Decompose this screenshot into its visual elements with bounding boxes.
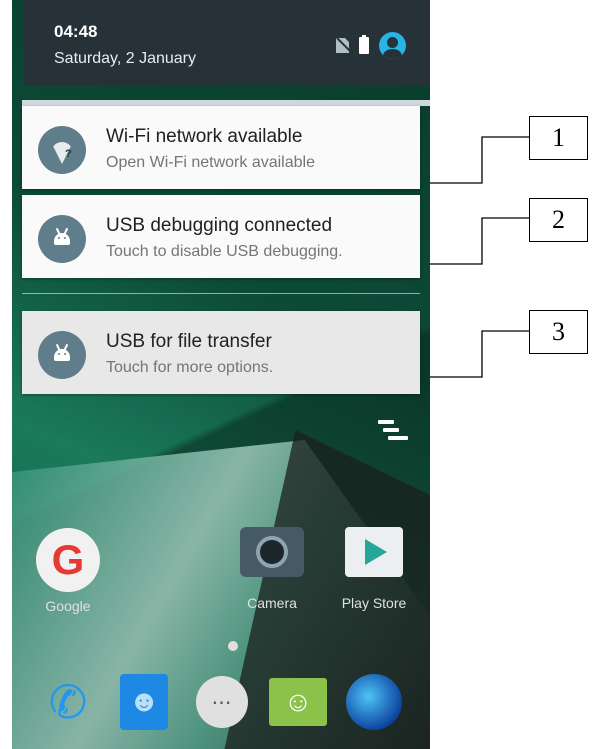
phone-app-icon[interactable]: ✆ [38,672,98,732]
wifi-question-icon: ? [51,142,73,164]
app-label: Play Store [341,595,407,611]
clock-date: Saturday, 2 January [54,50,197,67]
play-store-app-shortcut[interactable]: Play Store [332,520,416,611]
notification-title: Wi-Fi network available [106,126,303,147]
android-debug-icon [54,233,70,245]
notification-title: USB debugging connected [106,215,333,236]
notification-icon [38,215,86,263]
app-drawer-button[interactable]: ⋯ [192,672,252,732]
browser-icon [346,674,402,730]
play-store-icon [345,527,403,577]
browser-app-icon[interactable] [344,672,404,732]
clock-time: 04:48 [54,22,98,41]
status-bar[interactable]: 04:48 Saturday, 2 January [24,0,430,86]
messaging-app-icon[interactable]: ☺ [268,672,328,732]
google-app-shortcut[interactable]: G Google [26,528,110,614]
user-avatar-icon[interactable] [379,32,406,59]
messaging-icon: ☺ [269,678,327,726]
page-indicator-dot [228,641,238,651]
camera-icon [240,527,304,577]
app-drawer-icon: ⋯ [196,676,248,728]
clear-all-button[interactable] [378,420,408,444]
app-label: Google [45,598,91,614]
contacts-app-icon[interactable]: ☻ [114,672,174,732]
google-icon: G [36,528,100,592]
notification-wifi[interactable]: ? Wi-Fi network available Open Wi-Fi net… [22,106,420,189]
notification-subtitle: Touch to disable USB debugging. [106,243,343,260]
callout-1: 1 [529,116,588,160]
android-debug-icon [54,349,70,361]
notification-subtitle: Open Wi-Fi network available [106,154,315,171]
callout-3: 3 [529,310,588,354]
notification-usb-file-transfer[interactable]: USB for file transfer Touch for more opt… [22,311,420,394]
notification-title: USB for file transfer [106,331,272,352]
status-icons [336,32,406,59]
contacts-icon: ☻ [120,674,168,730]
notification-usb-debugging[interactable]: USB debugging connected Touch to disable… [22,195,420,278]
notification-icon: ? [38,126,86,174]
notification-subtitle: Touch for more options. [106,359,274,376]
callout-2: 2 [529,198,588,242]
notification-divider [22,293,420,294]
battery-icon [359,35,369,54]
camera-app-shortcut[interactable]: Camera [230,520,314,611]
notification-icon [38,331,86,379]
app-label: Camera [247,595,297,611]
no-sim-icon [336,38,349,53]
phone-icon: ✆ [48,676,88,728]
